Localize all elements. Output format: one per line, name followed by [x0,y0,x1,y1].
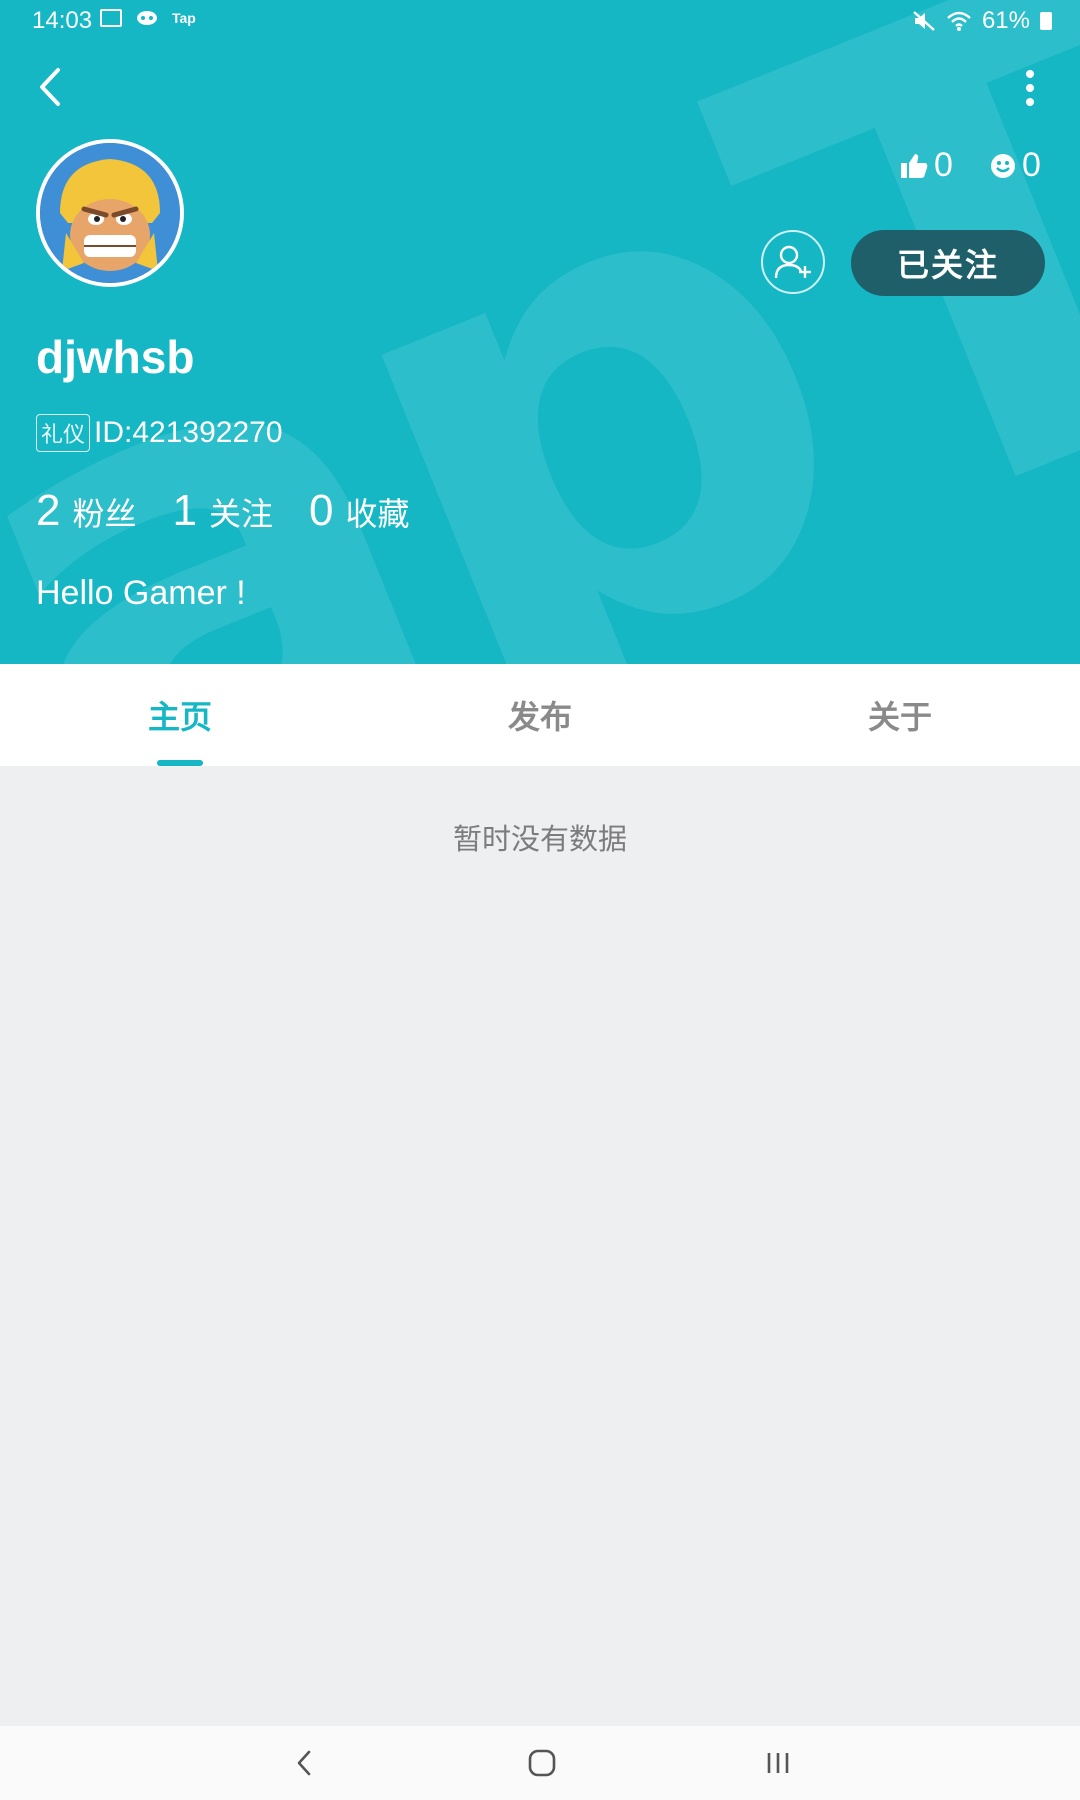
followers-count[interactable]: 2 粉丝 [36,486,137,536]
game-controller-icon [137,11,157,25]
avatar-image [40,143,180,283]
nav-back-button[interactable] [284,1744,324,1782]
smiles-count: 0 [1022,146,1041,184]
active-tab-indicator [157,760,203,766]
user-badge: 礼仪 [36,414,91,452]
tab-home[interactable]: 主页 [0,664,360,766]
user-id-row: 礼仪 ID:421392270 [36,414,283,452]
nav-home-icon [528,1749,556,1777]
add-user-icon [774,245,811,279]
favorites-count[interactable]: 0 收藏 [309,486,410,536]
likes-stat: 0 [900,146,953,185]
battery-icon [1040,12,1052,30]
status-bar: 14:03 Tap 61% [0,0,1080,40]
empty-state-message: 暂时没有数据 [452,824,627,856]
tab-about[interactable]: 关于 [720,664,1080,766]
user-id: ID:421392270 [94,416,283,449]
status-time: 14:03 [32,7,93,34]
battery-percent: 61% [981,7,1030,34]
likes-count: 0 [934,146,953,184]
nav-recents-button[interactable] [758,1744,798,1782]
avatar[interactable] [36,139,184,287]
nav-back-icon [297,1750,311,1776]
profile-tabs: 主页 发布 关于 [0,664,1080,766]
tab-posts[interactable]: 发布 [360,664,720,766]
smile-icon [991,153,1015,178]
smiles-stat: 0 [990,146,1041,185]
gallery-icon [100,9,122,27]
tap-app-icon: Tap [172,10,196,26]
mute-icon [913,11,935,31]
more-vertical-icon [1026,70,1034,106]
profile-header: apTa 14:03 Tap 61% 0 0 已关注 djwhsb 礼仪 ID:… [0,0,1080,664]
username: djwhsb [36,331,195,383]
nav-home-button[interactable] [522,1744,562,1782]
following-count[interactable]: 1 关注 [173,486,274,536]
user-bio: Hello Gamer ! [36,574,246,612]
wifi-icon [947,11,971,31]
profile-counts: 2 粉丝 1 关注 0 收藏 [36,486,446,536]
chevron-left-icon [40,68,60,106]
back-button[interactable] [32,62,72,112]
more-button[interactable] [1020,68,1040,108]
add-friend-button[interactable] [761,230,825,294]
nav-recents-icon [767,1753,789,1773]
follow-button[interactable]: 已关注 [851,230,1045,296]
thumbs-up-icon [901,153,928,178]
